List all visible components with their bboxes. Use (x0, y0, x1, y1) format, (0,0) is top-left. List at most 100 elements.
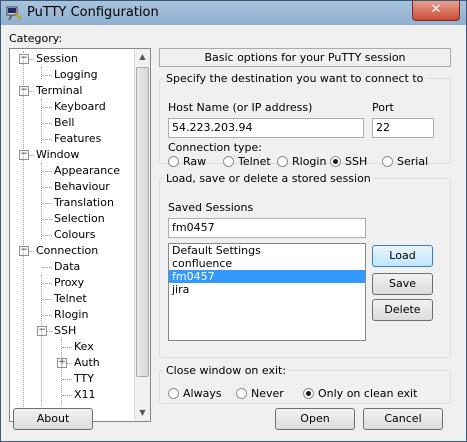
conn-telnet-radio[interactable]: Telnet (223, 155, 271, 168)
exit-never-label: Never (251, 387, 284, 400)
collapse-icon[interactable]: − (19, 86, 29, 96)
tree-connector (62, 379, 72, 380)
tree-item-label: Colours (54, 228, 96, 241)
tree-item-label: Data (54, 260, 81, 273)
radio-dot-rlogin (277, 156, 288, 167)
conn-serial-radio[interactable]: Serial (382, 155, 428, 168)
tree-item-label: Terminal (36, 84, 83, 97)
tree-connector (42, 219, 52, 220)
tree-item-bell[interactable]: Bell (54, 115, 74, 131)
conn-rlogin-radio[interactable]: Rlogin (277, 155, 326, 168)
tree-item-rlogin[interactable]: Rlogin (54, 307, 88, 323)
close-exit-group: Close window on exit: Always Never Only … (159, 364, 451, 404)
collapse-icon[interactable]: − (19, 150, 29, 160)
conn-ssh-radio[interactable]: SSH (330, 155, 367, 168)
tree-item-label: Proxy (54, 276, 85, 289)
tree-connector (62, 347, 72, 348)
save-button[interactable]: Save (372, 273, 433, 295)
session-legend: Load, save or delete a stored session (166, 172, 371, 185)
client-area: Category: ▲ ▼ Session − Logging Terminal − Ke… (7, 26, 460, 437)
session-list-item[interactable]: confluence (169, 257, 365, 270)
tree-item-x11[interactable]: X11 (74, 387, 96, 403)
tree-connector (42, 315, 52, 316)
tree-connector (42, 139, 52, 140)
scroll-down-icon[interactable]: ▼ (136, 406, 149, 420)
tree-guide (61, 339, 62, 405)
window-title: PuTTY Configuration (27, 5, 159, 20)
exit-always-label: Always (183, 387, 222, 400)
exit-clean-radio[interactable]: Only on clean exit (303, 387, 417, 400)
tree-connector (42, 235, 52, 236)
tree-item-translation[interactable]: Translation (54, 195, 114, 211)
saved-session-input[interactable]: fm0457 (168, 218, 366, 238)
port-input[interactable]: 22 (372, 118, 434, 138)
session-list-item[interactable]: jira (169, 283, 365, 296)
tree-item-behaviour[interactable]: Behaviour (54, 179, 110, 195)
tree-item-label: Selection (54, 212, 105, 225)
open-button[interactable]: Open (275, 408, 355, 430)
radio-dot-clean (303, 388, 314, 399)
conn-telnet-label: Telnet (238, 155, 271, 168)
tree-item-proxy[interactable]: Proxy (54, 275, 84, 291)
tree-item-connection[interactable]: Connection (36, 243, 98, 259)
category-label: Category: (9, 32, 63, 45)
tree-item-window[interactable]: Window (36, 147, 79, 163)
tree-item-auth[interactable]: Auth (74, 355, 100, 371)
conn-type-label: Connection type: (168, 141, 263, 154)
exit-never-radio[interactable]: Never (236, 387, 284, 400)
close-icon[interactable]: ✕ (412, 1, 460, 21)
tree-connector (42, 171, 52, 172)
tree-item-logging[interactable]: Logging (54, 67, 98, 83)
tree-item-terminal[interactable]: Terminal (36, 83, 83, 99)
exit-always-radio[interactable]: Always (168, 387, 222, 400)
radio-dot-telnet (223, 156, 234, 167)
tree-guide (41, 275, 42, 405)
port-label: Port (372, 101, 394, 114)
tree-item-tty[interactable]: TTY (74, 371, 94, 387)
tree-connector (42, 203, 52, 204)
delete-button[interactable]: Delete (372, 299, 433, 321)
tree-item-label: TTY (74, 372, 94, 385)
tree-item-label: Auth (74, 356, 100, 369)
destination-legend: Specify the destination you want to conn… (166, 72, 424, 85)
load-button[interactable]: Load (372, 245, 433, 267)
tree-item-label: Translation (54, 196, 114, 209)
conn-ssh-label: SSH (345, 155, 368, 168)
conn-raw-radio[interactable]: Raw (168, 155, 206, 168)
saved-sessions-label: Saved Sessions (168, 201, 254, 214)
tree-item-selection[interactable]: Selection (54, 211, 105, 227)
tree-item-data[interactable]: Data (54, 259, 80, 275)
session-list-item[interactable]: fm0457 (169, 270, 365, 283)
expand-icon[interactable]: + (57, 358, 67, 368)
session-list[interactable]: Default Settings confluence fm0457 jira (168, 243, 366, 341)
tree-item-features[interactable]: Features (54, 131, 101, 147)
tree-connector (42, 107, 52, 108)
cancel-button[interactable]: Cancel (363, 408, 443, 430)
about-button[interactable]: About (13, 408, 93, 430)
putty-window: PuTTY Configuration ✕ Category: ▲ ▼ Sess… (0, 0, 467, 442)
tree-item-colours[interactable]: Colours (54, 227, 95, 243)
tree-item-appearance[interactable]: Appearance (54, 163, 120, 179)
close-exit-legend: Close window on exit: (166, 364, 287, 377)
session-list-item[interactable]: Default Settings (169, 244, 365, 257)
category-tree[interactable]: ▲ ▼ Session − Logging Terminal − Keyboard Bell… (9, 48, 151, 422)
conn-rlogin-label: Rlogin (292, 155, 327, 168)
tree-item-session[interactable]: Session (36, 51, 78, 67)
panel-header: Basic options for your PuTTY session (159, 48, 451, 67)
collapse-icon[interactable]: − (19, 246, 29, 256)
tree-item-telnet[interactable]: Telnet (54, 291, 87, 307)
collapse-icon[interactable]: − (19, 54, 29, 64)
host-label: Host Name (or IP address) (168, 101, 313, 114)
radio-dot-never (236, 388, 247, 399)
scroll-up-icon[interactable]: ▲ (136, 50, 149, 64)
scroll-thumb[interactable] (136, 67, 149, 377)
tree-item-ssh[interactable]: SSH (54, 323, 76, 339)
tree-guide (41, 67, 42, 79)
tree-item-keyboard[interactable]: Keyboard (54, 99, 106, 115)
radio-dot-serial (382, 156, 393, 167)
host-input[interactable]: 54.223.203.94 (168, 118, 364, 138)
tree-scrollbar[interactable]: ▲ ▼ (134, 49, 150, 421)
tree-item-kex[interactable]: Kex (74, 339, 94, 355)
collapse-icon[interactable]: − (37, 326, 47, 336)
title-bar[interactable]: PuTTY Configuration ✕ (1, 1, 466, 25)
